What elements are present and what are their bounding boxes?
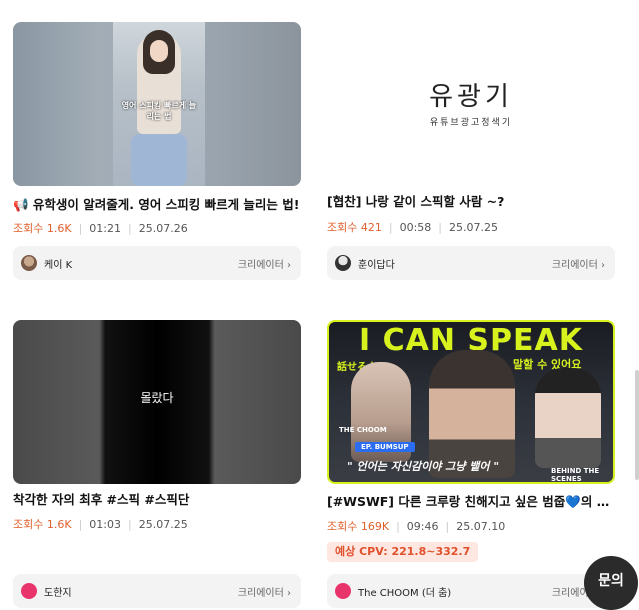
thumbnail-quote: " 언어는 자신감이야 그냥 뱉어 ": [347, 460, 500, 473]
upload-date: 25.07.26: [138, 222, 188, 235]
view-count: 조회수 421: [327, 221, 382, 234]
video-thumbnail[interactable]: 몰랐다: [13, 320, 301, 484]
thumbnail-subtitle: 유튜브광고정색기: [429, 118, 513, 128]
separator: |: [128, 222, 132, 235]
avatar: [335, 583, 351, 599]
video-thumbnail[interactable]: 유광기 유튜브광고정색기: [327, 22, 615, 186]
separator: |: [438, 221, 442, 234]
thumbnail-portrait: 영어 스피킹 빠르게 늘리는 법: [113, 22, 205, 186]
creator-name: 훈이답다: [358, 260, 395, 271]
person-right: [535, 368, 601, 468]
avatar: [21, 255, 37, 271]
avatar: [335, 255, 351, 271]
separator: |: [388, 221, 393, 234]
video-meta: 조회수 1.6K | 01:03 | 25.07.25: [13, 516, 188, 532]
thumbnail-bts: BEHIND THE SCENES: [551, 467, 600, 483]
creator-bar[interactable]: 케이 K 크리에이터 ›: [13, 246, 301, 280]
creator-link[interactable]: 크리에이터 ›: [238, 256, 291, 271]
upload-date: 25.07.10: [456, 520, 506, 533]
view-count: 조회수 169K: [327, 520, 390, 533]
video-card[interactable]: 영어 스피킹 빠르게 늘리는 법 📢 유학생이 알려줄게. 영어 스피킹 빠르게…: [13, 22, 301, 280]
separator: |: [396, 520, 400, 533]
avatar: [21, 583, 37, 599]
inquiry-button[interactable]: 문의: [584, 556, 638, 610]
thumbnail-title: 유광기: [429, 82, 513, 112]
creator-name: 케이 K: [44, 260, 73, 271]
creator-bar[interactable]: The CHOOM (더 춤) 크리에이터 ›: [327, 574, 615, 608]
video-meta: 조회수 1.6K | 01:21 | 25.07.26: [13, 220, 188, 236]
view-count: 조회수 1.6K: [13, 518, 72, 531]
video-card[interactable]: 유광기 유튜브광고정색기 [협찬] 나랑 같이 스픽할 사람 ~? 조회수 42…: [327, 22, 615, 280]
episode-badge: EP. BUMSUP: [355, 442, 415, 452]
creator-bar[interactable]: 도한지 크리에이터 ›: [13, 574, 301, 608]
person-jeans: [131, 134, 187, 186]
video-card[interactable]: I CAN SPEAK 話せるよ 말할 수 있어요 THE CHOOM EP. …: [327, 320, 615, 608]
scrollbar[interactable]: [635, 370, 639, 480]
separator: |: [78, 518, 83, 531]
upload-date: 25.07.25: [138, 518, 188, 531]
video-title[interactable]: 📢 유학생이 알려줄게. 영어 스피킹 빠르게 늘리는 법!: [13, 197, 301, 213]
video-thumbnail[interactable]: 영어 스피킹 빠르게 늘리는 법: [13, 22, 301, 186]
separator: |: [128, 518, 132, 531]
person-face: [150, 40, 168, 62]
thumbnail-caption: 영어 스피킹 빠르게 늘리는 법: [121, 101, 197, 121]
duration: 01:21: [89, 222, 121, 235]
creator-bar[interactable]: 훈이답다 크리에이터 ›: [327, 246, 615, 280]
video-meta: 조회수 169K | 09:46 | 25.07.10: [327, 518, 505, 534]
video-title[interactable]: 착각한 자의 최후 #스픽 #스픽단: [13, 492, 301, 508]
video-meta: 조회수 421 | 00:58 | 25.07.25: [327, 219, 498, 235]
video-title[interactable]: [#WSWF] 다른 크루랑 친해지고 싶은 범줍💙의 비장...: [327, 494, 615, 510]
expected-cpv-badge: 예상 CPV: 221.8~332.7: [327, 542, 479, 562]
separator: |: [445, 520, 450, 533]
thumbnail-logo: THE CHOOM: [339, 426, 387, 434]
duration: 00:58: [399, 221, 432, 234]
thumbnail-caption: 몰랐다: [140, 391, 174, 405]
upload-date: 25.07.25: [449, 221, 498, 234]
duration: 09:46: [406, 520, 439, 533]
duration: 01:03: [89, 518, 121, 531]
separator: |: [78, 222, 83, 235]
creator-link[interactable]: 크리에이터 ›: [552, 256, 605, 271]
video-thumbnail[interactable]: I CAN SPEAK 話せるよ 말할 수 있어요 THE CHOOM EP. …: [327, 320, 615, 484]
view-count: 조회수 1.6K: [13, 222, 72, 235]
video-title[interactable]: [협찬] 나랑 같이 스픽할 사람 ~?: [327, 194, 615, 210]
video-card[interactable]: 몰랐다 착각한 자의 최후 #스픽 #스픽단 조회수 1.6K | 01:03 | 25…: [13, 320, 301, 608]
